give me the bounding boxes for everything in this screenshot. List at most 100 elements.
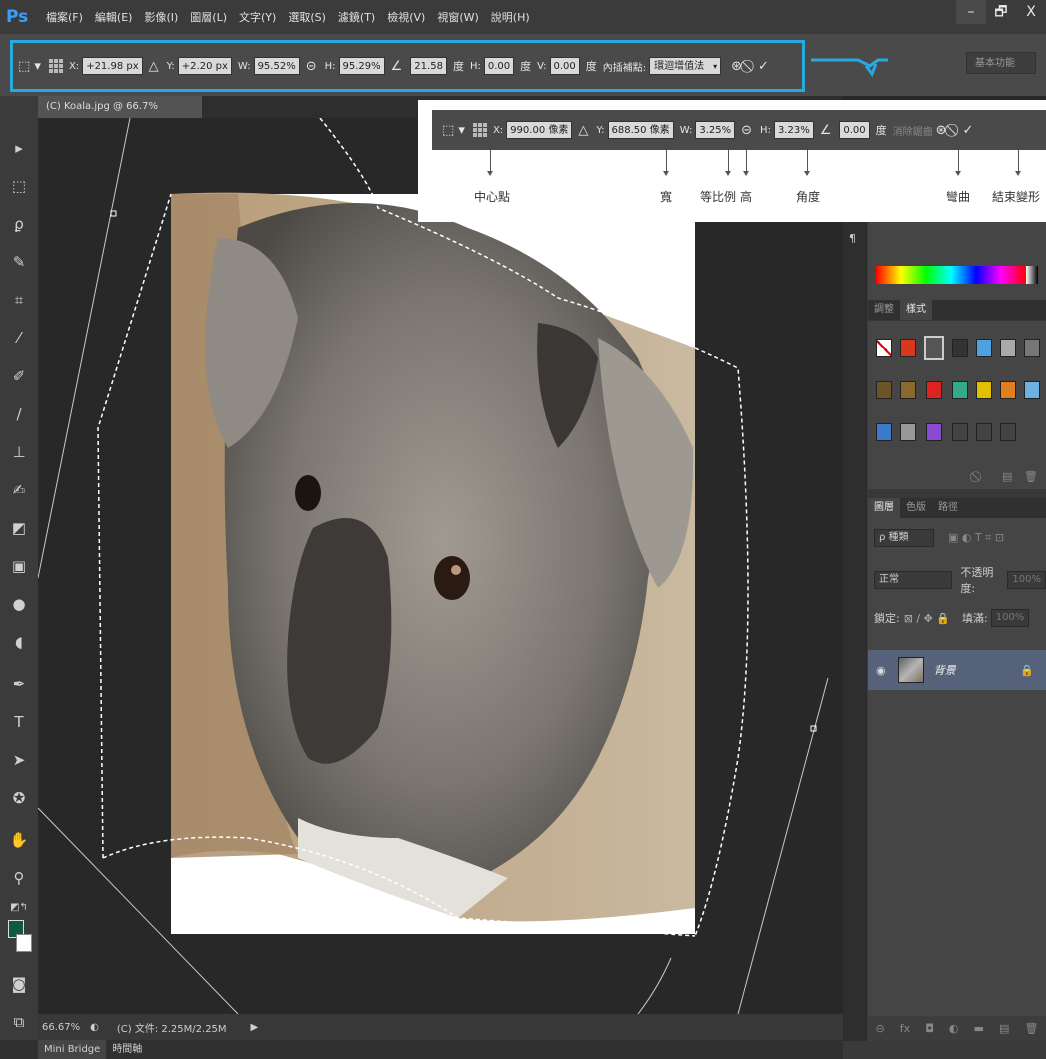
paragraph-icon[interactable]: ¶: [849, 232, 856, 245]
tab-mini-bridge[interactable]: Mini Bridge: [38, 1040, 107, 1059]
link-layers-icon[interactable]: ⊝: [876, 1022, 885, 1035]
zoom-level[interactable]: 66.67%: [42, 1022, 80, 1033]
delta-icon[interactable]: △: [149, 59, 159, 74]
gradient-tool-icon[interactable]: ▣: [6, 554, 32, 578]
filter-icons[interactable]: ▣ ◐ T ⌗ ⊡: [948, 531, 1004, 545]
new-style-icon[interactable]: ▤: [1002, 470, 1012, 483]
tab-paths[interactable]: 路徑: [932, 498, 964, 518]
screen-mode-icon[interactable]: ⧉: [6, 1010, 32, 1034]
layer-row-background[interactable]: ◉ 背景 🔒: [868, 650, 1046, 690]
quick-mask-icon[interactable]: ◙: [6, 972, 32, 996]
brush-tool-icon[interactable]: ∕: [6, 402, 32, 426]
menu-layer[interactable]: 圖層(L): [190, 9, 227, 25]
move-tool-icon[interactable]: ▸: [6, 136, 32, 160]
default-colors-icon[interactable]: ◩↰: [6, 896, 32, 920]
menu-image[interactable]: 影像(I): [144, 9, 178, 25]
delete-layer-icon[interactable]: 🗑: [1024, 1022, 1038, 1035]
color-spectrum[interactable]: [876, 266, 1026, 284]
style-swatch[interactable]: [976, 423, 992, 441]
lasso-tool-icon[interactable]: ϼ: [6, 212, 32, 236]
dodge-tool-icon[interactable]: ◖: [6, 630, 32, 654]
menu-help[interactable]: 說明(H): [491, 9, 530, 25]
reference-point-icon[interactable]: [48, 59, 63, 73]
kind-filter-select[interactable]: ρ 種類: [874, 529, 934, 547]
style-swatch[interactable]: [926, 381, 942, 399]
blur-tool-icon[interactable]: ●: [6, 592, 32, 616]
angle-field[interactable]: 21.58: [410, 57, 447, 75]
commit-icon[interactable]: ✓: [758, 59, 769, 74]
menu-window[interactable]: 視窗(W): [437, 9, 478, 25]
quick-select-tool-icon[interactable]: ✎: [6, 250, 32, 274]
path-select-icon[interactable]: ➤: [6, 748, 32, 772]
status-menu-arrow-icon[interactable]: ▶: [251, 1022, 259, 1033]
style-swatch[interactable]: [976, 381, 992, 399]
x-field[interactable]: +21.98 px: [82, 57, 143, 75]
clone-stamp-icon[interactable]: ⊥: [6, 440, 32, 464]
blend-mode-select[interactable]: 正常: [874, 571, 953, 589]
style-swatch[interactable]: [1000, 381, 1016, 399]
eraser-tool-icon[interactable]: ◩: [6, 516, 32, 540]
opacity-field[interactable]: 100%: [1007, 571, 1046, 589]
style-swatch[interactable]: [952, 423, 968, 441]
tab-channels[interactable]: 色版: [900, 498, 932, 518]
pen-tool-icon[interactable]: ✒: [6, 672, 32, 696]
menu-type[interactable]: 文字(Y): [239, 9, 276, 25]
menu-file[interactable]: 檔案(F): [46, 9, 83, 25]
style-swatch[interactable]: [1000, 423, 1016, 441]
style-swatch[interactable]: [900, 423, 916, 441]
menu-filter[interactable]: 濾鏡(T): [338, 9, 375, 25]
close-button[interactable]: X: [1016, 0, 1046, 24]
zoom-tool-icon[interactable]: ⚲: [6, 866, 32, 890]
style-swatch[interactable]: [952, 381, 968, 399]
canvas-area[interactable]: [38, 118, 843, 1014]
group-icon[interactable]: ▬: [974, 1022, 984, 1035]
lock-icons[interactable]: ⊠ ∕ ✥ 🔒: [904, 612, 950, 625]
style-swatch[interactable]: [976, 339, 992, 357]
tab-timeline[interactable]: 時間軸: [106, 1040, 148, 1059]
fx-icon[interactable]: fx: [900, 1022, 910, 1035]
style-swatch[interactable]: [926, 423, 942, 441]
y-field[interactable]: +2.20 px: [177, 57, 232, 75]
workspace-select[interactable]: 基本功能: [966, 52, 1036, 74]
marquee-tool-icon[interactable]: ⬚: [6, 174, 32, 198]
visibility-eye-icon[interactable]: ◉: [876, 664, 886, 677]
menu-edit[interactable]: 編輯(E): [95, 9, 133, 25]
style-swatch[interactable]: [1024, 339, 1040, 357]
shape-tool-icon[interactable]: ✪: [6, 786, 32, 810]
hskew-field[interactable]: 0.00: [483, 57, 515, 75]
adjustment-icon[interactable]: ◐: [949, 1022, 959, 1035]
style-swatch[interactable]: [1024, 381, 1040, 399]
style-swatch[interactable]: [900, 381, 916, 399]
menu-select[interactable]: 選取(S): [288, 9, 326, 25]
transform-canvas[interactable]: [38, 118, 843, 1014]
share-icon[interactable]: ◐: [90, 1022, 99, 1033]
height-field[interactable]: 95.29%: [338, 57, 385, 75]
healing-brush-icon[interactable]: ✐: [6, 364, 32, 388]
trash-icon[interactable]: 🗑: [1024, 470, 1038, 483]
tab-styles[interactable]: 樣式: [900, 300, 932, 320]
style-swatch[interactable]: [876, 381, 892, 399]
add-mask-icon[interactable]: ◘: [925, 1022, 934, 1035]
transform-tool-icon[interactable]: ⬚ ▾: [18, 59, 41, 74]
warp-icon[interactable]: ⊛: [731, 59, 742, 74]
style-swatch-selected[interactable]: [924, 336, 944, 360]
eyedropper-tool-icon[interactable]: ⁄: [6, 326, 32, 350]
style-swatch[interactable]: [900, 339, 916, 357]
style-swatch[interactable]: [1000, 339, 1016, 357]
history-brush-icon[interactable]: ✍: [6, 478, 32, 502]
minimize-button[interactable]: –: [956, 0, 986, 24]
link-icon[interactable]: ⊝: [306, 59, 317, 74]
style-swatch[interactable]: [952, 339, 968, 357]
tab-adjustments[interactable]: 調整: [868, 300, 900, 320]
new-layer-icon[interactable]: ▤: [999, 1022, 1009, 1035]
vskew-field[interactable]: 0.00: [549, 57, 580, 75]
crop-tool-icon[interactable]: ⌗: [6, 288, 32, 312]
width-field[interactable]: 95.52%: [253, 57, 300, 75]
type-tool-icon[interactable]: T: [6, 710, 32, 734]
grayscale-ramp[interactable]: [1026, 266, 1038, 284]
hand-tool-icon[interactable]: ✋: [6, 828, 32, 852]
fill-field[interactable]: 100%: [990, 609, 1030, 627]
background-color-swatch[interactable]: [16, 934, 32, 952]
menu-view[interactable]: 檢視(V): [387, 9, 425, 25]
restore-button[interactable]: 🗗: [986, 0, 1016, 24]
